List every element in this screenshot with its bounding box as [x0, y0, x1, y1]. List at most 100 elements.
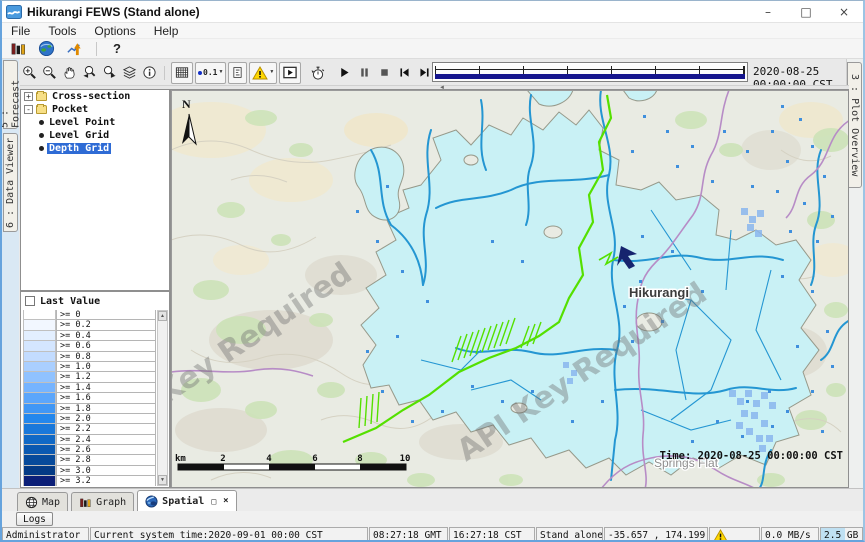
- spatial-display-button[interactable]: [36, 40, 56, 58]
- legend-row: >= 1.4: [23, 383, 156, 393]
- play-button[interactable]: [335, 63, 353, 83]
- legend-button[interactable]: [228, 62, 247, 84]
- legend-row: >= 2.4: [23, 435, 156, 445]
- grid-display-button[interactable]: [171, 62, 193, 84]
- legend-row: >= 2.8: [23, 455, 156, 465]
- animation-settings-button[interactable]: [309, 63, 327, 83]
- help-button[interactable]: ?: [109, 41, 125, 56]
- tab-forecast[interactable]: 5 : Forecast: [3, 60, 18, 129]
- chart-arrow-icon: [66, 40, 83, 57]
- tab-graph-label: Graph: [96, 497, 126, 508]
- interval-dot-icon: [198, 71, 202, 75]
- wire-globe-icon: [25, 496, 38, 509]
- tree-node-label-selected[interactable]: Depth Grid: [47, 143, 111, 154]
- legend-swatch: [23, 414, 56, 424]
- layers-button[interactable]: [120, 63, 138, 83]
- expand-icon[interactable]: +: [24, 92, 33, 101]
- map-time-label: Time: 2020-08-25 00:00:00 CST: [660, 450, 843, 462]
- legend-label: >= 2.2: [56, 424, 156, 434]
- menu-help[interactable]: Help: [145, 24, 188, 38]
- legend-title: Last Value: [40, 296, 100, 307]
- status-mode: Stand alone: [536, 527, 603, 542]
- tab-map[interactable]: Map: [17, 492, 68, 511]
- svg-text:6: 6: [312, 454, 317, 464]
- pan-button[interactable]: [60, 63, 78, 83]
- go-to-end-button[interactable]: [415, 63, 433, 83]
- time-slider-bar: [435, 74, 745, 79]
- zoom-previous-icon: [82, 65, 97, 80]
- window-title: Hikurangi FEWS (Stand alone): [27, 5, 200, 19]
- tab-map-label: Map: [42, 497, 60, 508]
- svg-text:N: N: [182, 97, 191, 111]
- tree-node-pocket[interactable]: - Pocket: [21, 103, 169, 116]
- app-logo-icon: [6, 5, 22, 19]
- bullet-icon: [39, 133, 44, 138]
- scroll-down-icon[interactable]: ▼: [158, 475, 167, 485]
- database-viewer-button[interactable]: [8, 40, 28, 58]
- menu-tools[interactable]: Tools: [39, 24, 85, 38]
- tree-node-label[interactable]: Level Point: [47, 117, 117, 128]
- stop-icon: [378, 66, 391, 79]
- contour-interval-dropdown[interactable]: 0.1▼: [195, 62, 226, 84]
- tree-node-label[interactable]: Level Grid: [47, 130, 111, 141]
- map-panel: API Key Required API Key Required Hikura…: [170, 89, 849, 488]
- legend-swatch: [23, 341, 56, 351]
- tab-graph[interactable]: Graph: [71, 492, 134, 511]
- go-to-start-button[interactable]: [395, 63, 413, 83]
- tree-node-level-point[interactable]: Level Point: [21, 116, 169, 129]
- zoom-in-button[interactable]: [20, 63, 38, 83]
- warning-icon: [713, 529, 728, 542]
- logs-button[interactable]: Logs: [16, 512, 53, 526]
- layers-tree: + Cross-section - Pocket Level Point Lev…: [20, 89, 170, 291]
- close-button[interactable]: ×: [825, 1, 863, 23]
- menu-file[interactable]: File: [2, 24, 39, 38]
- legend-panel: Last Value >= 0>= 0.2>= 0.4>= 0.6>= 0.8>…: [20, 291, 170, 488]
- scroll-up-icon[interactable]: ▲: [158, 311, 167, 321]
- info-button[interactable]: [140, 63, 158, 83]
- tree-node-cross-section[interactable]: + Cross-section: [21, 90, 169, 103]
- stop-button[interactable]: [375, 63, 393, 83]
- status-local-time: 16:27:18 CST: [449, 527, 535, 542]
- globe-icon: [38, 40, 55, 57]
- play-icon: [338, 66, 351, 79]
- zoom-next-button[interactable]: [100, 63, 118, 83]
- tree-node-label[interactable]: Cross-section: [50, 91, 132, 102]
- legend-row: >= 1.2: [23, 372, 156, 382]
- zoom-out-button[interactable]: [40, 63, 58, 83]
- import-button[interactable]: [64, 40, 84, 58]
- blue-globe-icon: [145, 495, 158, 508]
- status-warning-cell[interactable]: [709, 527, 760, 542]
- time-slider[interactable]: [432, 62, 748, 82]
- minimize-button[interactable]: –: [749, 1, 787, 23]
- pause-button[interactable]: [355, 63, 373, 83]
- toolbar-separator: [164, 66, 165, 80]
- tab-spatial[interactable]: Spatial □ ×: [137, 490, 236, 511]
- town-label: Hikurangi: [629, 285, 689, 300]
- collapse-icon[interactable]: -: [24, 105, 33, 114]
- tab-close-icon[interactable]: ×: [223, 496, 228, 506]
- grid-icon: [174, 65, 190, 80]
- menu-options[interactable]: Options: [85, 24, 144, 38]
- toolbar-separator: [96, 42, 97, 56]
- legend-scrollbar[interactable]: ▲ ▼: [157, 310, 168, 486]
- warnings-dropdown[interactable]: ▼: [249, 62, 277, 84]
- chevron-down-icon: ▼: [218, 70, 223, 75]
- tab-float-icon[interactable]: □: [211, 497, 216, 506]
- map-view[interactable]: API Key Required API Key Required Hikura…: [171, 90, 849, 488]
- bar-chart-icon: [79, 496, 92, 509]
- zoom-previous-button[interactable]: [80, 63, 98, 83]
- maximize-button[interactable]: □: [787, 1, 825, 23]
- tree-node-label[interactable]: Pocket: [50, 104, 90, 115]
- tab-data-viewer[interactable]: 6 : Data Viewer: [3, 133, 18, 232]
- last-value-checkbox[interactable]: [25, 296, 35, 306]
- application-window: Hikurangi FEWS (Stand alone) – □ × File …: [0, 0, 865, 542]
- legend-row: >= 1.6: [23, 393, 156, 403]
- tree-node-depth-grid[interactable]: Depth Grid: [21, 142, 169, 155]
- map-toolbar: 0.1▼ ▼: [20, 60, 453, 85]
- scale-unit: km: [175, 454, 186, 464]
- legend-row: >= 0.4: [23, 331, 156, 341]
- legend-label: >= 0: [56, 310, 156, 320]
- tree-node-level-grid[interactable]: Level Grid: [21, 129, 169, 142]
- animation-button[interactable]: [279, 62, 301, 84]
- menu-bar: File Tools Options Help: [2, 23, 863, 39]
